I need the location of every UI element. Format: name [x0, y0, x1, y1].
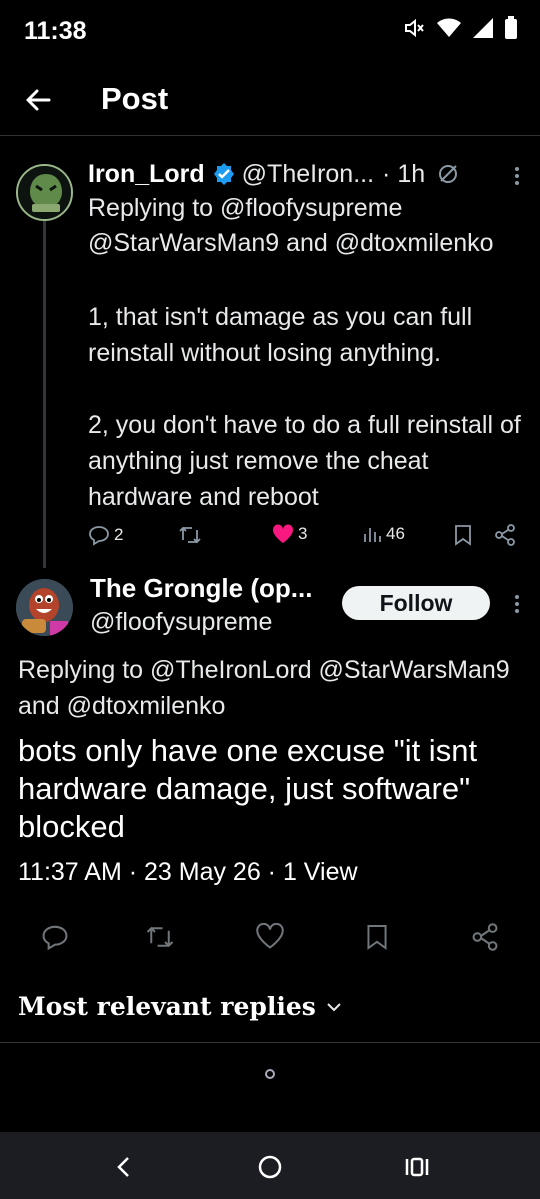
- mute-icon: [402, 16, 426, 40]
- system-recents-button[interactable]: [400, 1150, 434, 1184]
- verified-badge-icon: [212, 162, 236, 186]
- reply-button[interactable]: [41, 923, 69, 956]
- grok-icon[interactable]: [437, 163, 459, 185]
- heart-filled-icon: [272, 524, 294, 543]
- more-options-icon[interactable]: [514, 166, 520, 191]
- loading-spinner-icon: [265, 1069, 275, 1079]
- status-time: 11:38: [24, 17, 87, 45]
- repost-icon: [146, 926, 174, 948]
- share-icon: [495, 524, 515, 546]
- repost-button[interactable]: [145, 923, 175, 956]
- sort-label: Most relevant replies: [18, 992, 316, 1021]
- status-bar: 11:38: [0, 0, 540, 64]
- post-actions: 2 3 46: [88, 524, 518, 554]
- bookmark-icon: [455, 525, 471, 546]
- like-button[interactable]: [256, 922, 284, 954]
- arrow-left-icon: [26, 89, 51, 111]
- avatar[interactable]: [16, 164, 73, 221]
- replying-to-line-1: Replying to @TheIronLord @StarWarsMan9: [18, 656, 510, 684]
- views-icon: [364, 528, 381, 542]
- view-count: 46: [386, 524, 405, 543]
- author-handle[interactable]: @floofysupreme: [90, 608, 272, 637]
- post-body: 1, that isn't damage as you can full rei…: [88, 303, 521, 511]
- replies-sort-dropdown[interactable]: Most relevant replies: [18, 992, 342, 1021]
- recents-icon: [405, 1157, 429, 1177]
- post-body: bots only have one excuse "it isnt hardw…: [18, 733, 478, 844]
- like-button[interactable]: 3: [272, 524, 307, 544]
- page-title: Post: [101, 81, 169, 116]
- post-meta: 11:37 AM · 23 May 26 · 1 View: [18, 858, 358, 886]
- reply-icon: [89, 526, 109, 546]
- bookmark-button[interactable]: [454, 524, 472, 546]
- system-nav-bar: [0, 1132, 540, 1199]
- bookmark-icon: [367, 925, 387, 950]
- views-button[interactable]: 46: [362, 524, 405, 544]
- share-button[interactable]: [494, 524, 516, 546]
- reply-count: 2: [114, 525, 124, 544]
- parent-post-header: Iron_Lord @TheIron... · 1h: [88, 156, 520, 192]
- home-circle-icon: [258, 1155, 282, 1179]
- system-back-button[interactable]: [106, 1150, 140, 1184]
- share-icon: [472, 923, 498, 951]
- repost-button[interactable]: [178, 524, 202, 546]
- share-button[interactable]: [471, 923, 499, 956]
- thread-line: [43, 216, 46, 568]
- author-handle[interactable]: @TheIron...: [242, 160, 374, 189]
- replying-to-line-2: and @dtoxmilenko: [18, 692, 226, 720]
- reply-icon: [42, 925, 68, 951]
- parent-post[interactable]: Iron_Lord @TheIron... · 1h Replying to @…: [0, 136, 540, 568]
- divider: [0, 1042, 540, 1043]
- heart-icon: [256, 922, 284, 949]
- back-button[interactable]: [20, 82, 56, 118]
- wifi-icon: [436, 17, 462, 39]
- avatar[interactable]: [16, 579, 73, 636]
- post-actions: [0, 922, 540, 959]
- top-bar: Post: [0, 64, 540, 136]
- battery-icon: [504, 16, 518, 40]
- status-icons: [402, 16, 518, 40]
- post-time: · 1h: [382, 159, 426, 188]
- bookmark-button[interactable]: [366, 923, 388, 956]
- more-options-icon[interactable]: [514, 594, 520, 619]
- repost-icon: [179, 526, 201, 544]
- reply-button[interactable]: 2: [88, 524, 123, 546]
- replying-to[interactable]: Replying to @TheIronLord @StarWarsMan9 a…: [18, 652, 540, 724]
- like-count: 3: [298, 524, 308, 543]
- author-name[interactable]: The Grongle (op...: [90, 573, 312, 604]
- chevron-down-icon: [327, 1002, 341, 1011]
- system-home-button[interactable]: [253, 1150, 287, 1184]
- replying-to[interactable]: Replying to @floofysupreme @StarWarsMan9…: [88, 191, 528, 261]
- signal-icon: [472, 17, 494, 39]
- follow-button[interactable]: Follow: [342, 586, 490, 620]
- chevron-left-icon: [117, 1157, 129, 1177]
- author-name[interactable]: Iron_Lord: [88, 160, 205, 189]
